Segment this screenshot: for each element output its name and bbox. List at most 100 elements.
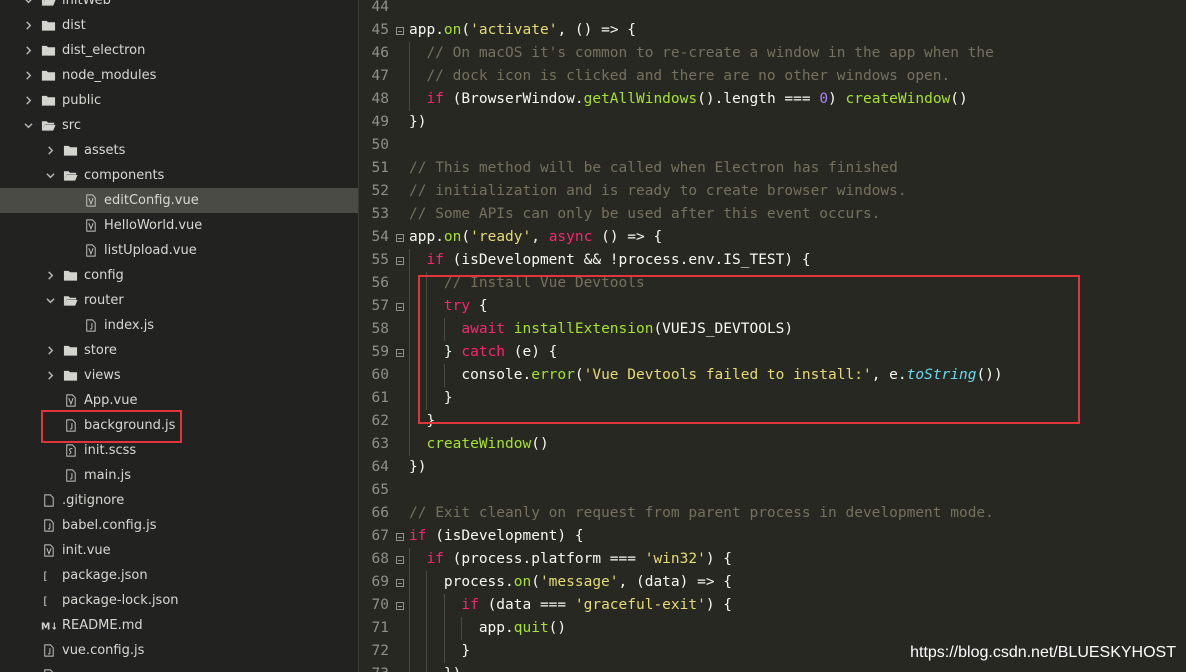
code-line[interactable]: 71 app.quit() — [359, 617, 1186, 640]
fold-marker-icon[interactable] — [394, 295, 406, 318]
code-token: (isDevelopment && !process.env.IS_TEST) … — [443, 252, 811, 268]
sidebar-item[interactable]: store — [0, 338, 358, 363]
sidebar-item-label: dist — [62, 18, 86, 33]
code-token: // dock icon is clicked and there are no… — [426, 68, 951, 84]
chevron-right-icon[interactable] — [44, 144, 56, 158]
code-line[interactable]: 65 — [359, 479, 1186, 502]
sidebar-item-label: README.md — [62, 618, 143, 633]
code-text: }) — [409, 111, 426, 134]
code-token: quit — [513, 620, 549, 636]
sidebar-item[interactable]: M↓ README.md — [0, 613, 358, 638]
sidebar-item[interactable]: [ ] package.json — [0, 563, 358, 588]
code-editor[interactable]: 44 45 app.on('activate', () => {46// On ma… — [359, 0, 1186, 672]
chevron-down-icon[interactable] — [22, 119, 34, 133]
code-line[interactable]: 53 // Some APIs can only be used after th… — [359, 203, 1186, 226]
folder-icon — [62, 369, 78, 383]
code-line[interactable]: 45 app.on('activate', () => { — [359, 19, 1186, 42]
indent-guide — [426, 571, 428, 594]
sidebar-item[interactable]: dist — [0, 13, 358, 38]
sidebar-item[interactable]: init.vue — [0, 538, 358, 563]
code-token: process. — [443, 574, 514, 590]
fold-marker-icon[interactable] — [394, 226, 406, 249]
sidebar-item[interactable]: index.js — [0, 313, 358, 338]
folder-open-icon — [62, 294, 78, 308]
code-line[interactable]: 50 — [359, 134, 1186, 157]
code-line[interactable]: 73}) — [359, 663, 1186, 672]
sidebar-item[interactable]: views — [0, 363, 358, 388]
sidebar-item[interactable]: src — [0, 113, 358, 138]
code-line[interactable]: 54 app.on('ready', async () => { — [359, 226, 1186, 249]
fold-marker-icon[interactable] — [394, 249, 406, 272]
code-token: // initialization and is ready to create… — [409, 183, 907, 199]
code-line[interactable]: 49}) — [359, 111, 1186, 134]
code-line[interactable]: 68 if (process.platform === 'win32') { — [359, 548, 1186, 571]
sidebar-item-label: config — [84, 268, 124, 283]
file-vue-icon — [62, 394, 78, 408]
line-number: 47 — [371, 68, 389, 84]
code-text: // Exit cleanly on request from parent p… — [409, 502, 994, 525]
fold-marker-icon[interactable] — [394, 571, 406, 594]
code-line[interactable]: 48 if (BrowserWindow.getAllWindows().leng… — [359, 88, 1186, 111]
fold-marker-icon[interactable] — [394, 525, 406, 548]
chevron-right-icon[interactable] — [22, 69, 34, 83]
line-number: 70 — [371, 597, 389, 613]
sidebar-item[interactable] — [0, 663, 358, 672]
fold-marker-icon[interactable] — [394, 19, 406, 42]
code-text: // dock icon is clicked and there are no… — [426, 65, 950, 88]
chevron-right-icon[interactable] — [44, 269, 56, 283]
fold-marker-icon[interactable] — [394, 548, 406, 571]
code-line[interactable]: 55 if (isDevelopment && !process.env.IS_T… — [359, 249, 1186, 272]
code-line[interactable]: 69 process.on('message', (data) => { — [359, 571, 1186, 594]
sidebar-item[interactable]: node_modules — [0, 63, 358, 88]
chevron-right-icon[interactable] — [44, 369, 56, 383]
sidebar-item[interactable]: router — [0, 288, 358, 313]
indent-guide — [461, 617, 463, 640]
indent-guide — [409, 594, 410, 617]
code-line[interactable]: 70 if (data === 'graceful-exit') { — [359, 594, 1186, 617]
code-text: if (isDevelopment && !process.env.IS_TES… — [426, 249, 810, 272]
sidebar-item[interactable]: editConfig.vue — [0, 188, 358, 213]
sidebar-item[interactable]: assets — [0, 138, 358, 163]
code-line[interactable]: 66 // Exit cleanly on request from parent… — [359, 502, 1186, 525]
sidebar-item[interactable]: HelloWorld.vue — [0, 213, 358, 238]
code-text: // On macOS it's common to re-create a w… — [426, 42, 993, 65]
svg-text:M↓: M↓ — [41, 622, 56, 632]
sidebar-item[interactable]: dist_electron — [0, 38, 358, 63]
line-number: 65 — [371, 482, 389, 498]
chevron-down-icon[interactable] — [44, 294, 56, 308]
fold-marker-icon[interactable] — [394, 341, 406, 364]
chevron-right-icon[interactable] — [22, 44, 34, 58]
file-json-icon: [ ] — [40, 569, 56, 583]
chevron-right-icon[interactable] — [22, 19, 34, 33]
code-line[interactable]: 64}) — [359, 456, 1186, 479]
code-token: ) — [828, 91, 846, 107]
sidebar-item[interactable]: vue.config.js — [0, 638, 358, 663]
sidebar-item[interactable]: config — [0, 263, 358, 288]
sidebar-item[interactable]: .gitignore — [0, 488, 358, 513]
sidebar-item[interactable]: public — [0, 88, 358, 113]
code-line[interactable]: 67 if (isDevelopment) { — [359, 525, 1186, 548]
sidebar-item[interactable]: [ ] package-lock.json — [0, 588, 358, 613]
code-token: , — [531, 229, 549, 245]
sidebar-item[interactable]: babel.config.js — [0, 513, 358, 538]
code-token: if — [426, 252, 444, 268]
fold-marker-icon[interactable] — [394, 594, 406, 617]
sidebar-item[interactable]: listUpload.vue — [0, 238, 358, 263]
code-line[interactable]: 44 — [359, 0, 1186, 19]
code-line[interactable]: 52 // initialization and is ready to crea… — [359, 180, 1186, 203]
svg-text:[ ]: [ ] — [41, 571, 55, 582]
chevron-down-icon[interactable] — [22, 0, 34, 8]
sidebar-item[interactable]: initWeb — [0, 0, 358, 13]
chevron-right-icon[interactable] — [44, 344, 56, 358]
line-number: 45 — [371, 22, 389, 38]
chevron-right-icon[interactable] — [22, 94, 34, 108]
sidebar-item[interactable]: main.js — [0, 463, 358, 488]
sidebar-item[interactable]: components — [0, 163, 358, 188]
code-line[interactable]: 46 // On macOS it's common to re-create a… — [359, 42, 1186, 65]
code-line[interactable]: 63 createWindow() — [359, 433, 1186, 456]
line-number: 58 — [371, 321, 389, 337]
code-line[interactable]: 47 // dock icon is clicked and there are … — [359, 65, 1186, 88]
code-line[interactable]: 51 // This method will be called when Ele… — [359, 157, 1186, 180]
chevron-down-icon[interactable] — [44, 169, 56, 183]
code-token: 'win32' — [644, 551, 706, 567]
